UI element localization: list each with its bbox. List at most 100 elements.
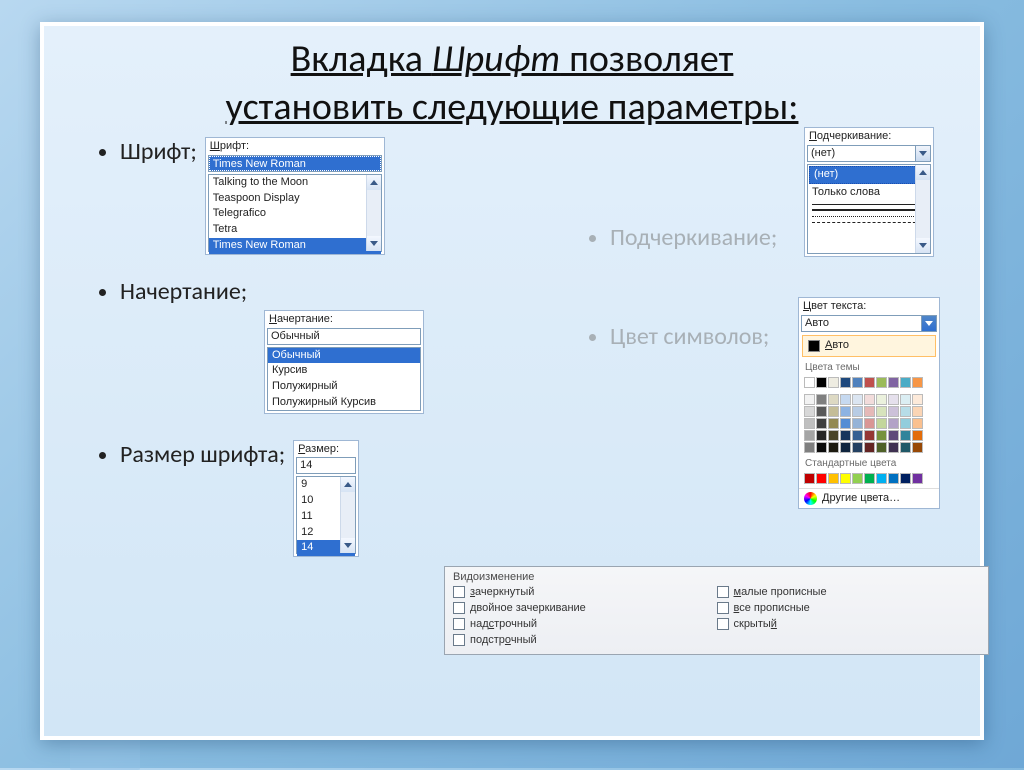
scroll-up-icon[interactable]	[341, 477, 355, 492]
color-swatch[interactable]	[816, 442, 827, 453]
color-swatch[interactable]	[804, 377, 815, 388]
color-swatch[interactable]	[864, 377, 875, 388]
color-swatch[interactable]	[912, 430, 923, 441]
color-swatch[interactable]	[888, 442, 899, 453]
effect-checkbox[interactable]: малые прописные	[717, 586, 981, 598]
color-swatch[interactable]	[804, 473, 815, 484]
color-swatch[interactable]	[864, 442, 875, 453]
color-std-row[interactable]	[799, 471, 939, 488]
color-swatch[interactable]	[840, 394, 851, 405]
color-swatch[interactable]	[828, 418, 839, 429]
color-swatch[interactable]	[900, 442, 911, 453]
color-swatch[interactable]	[852, 406, 863, 417]
color-swatch[interactable]	[876, 442, 887, 453]
color-swatch[interactable]	[840, 406, 851, 417]
font-option[interactable]: Teaspoon Display	[209, 191, 381, 207]
color-swatch[interactable]	[816, 377, 827, 388]
color-swatch[interactable]	[852, 473, 863, 484]
effect-checkbox[interactable]: подстрочный	[453, 634, 717, 646]
color-swatch[interactable]	[876, 377, 887, 388]
size-list[interactable]: 9 10 11 12 14	[296, 476, 356, 554]
color-swatch[interactable]	[804, 430, 815, 441]
color-swatch[interactable]	[912, 418, 923, 429]
effect-checkbox[interactable]: зачеркнутый	[453, 586, 717, 598]
color-swatch[interactable]	[840, 377, 851, 388]
color-swatch[interactable]	[876, 394, 887, 405]
color-swatch[interactable]	[840, 473, 851, 484]
chevron-down-icon[interactable]	[921, 316, 936, 331]
color-swatch[interactable]	[888, 377, 899, 388]
color-swatch[interactable]	[876, 473, 887, 484]
size-scrollbar[interactable]	[340, 477, 355, 553]
color-swatch[interactable]	[864, 430, 875, 441]
color-swatch[interactable]	[852, 418, 863, 429]
color-swatch[interactable]	[840, 442, 851, 453]
effect-checkbox[interactable]: двойное зачеркивание	[453, 602, 717, 614]
effect-checkbox[interactable]: скрытый	[717, 618, 981, 630]
effect-checkbox[interactable]: все прописные	[717, 602, 981, 614]
color-swatch[interactable]	[864, 418, 875, 429]
color-swatch[interactable]	[900, 418, 911, 429]
color-swatch[interactable]	[864, 406, 875, 417]
color-swatch[interactable]	[828, 377, 839, 388]
color-swatch[interactable]	[900, 430, 911, 441]
color-swatch[interactable]	[852, 377, 863, 388]
color-swatch[interactable]	[912, 442, 923, 453]
color-swatch[interactable]	[804, 406, 815, 417]
color-theme-row[interactable]	[799, 374, 939, 391]
scroll-down-icon[interactable]	[367, 236, 381, 251]
scroll-down-icon[interactable]	[341, 538, 355, 553]
font-option[interactable]: Tetra	[209, 222, 381, 238]
underline-option-none[interactable]: (нет)	[809, 166, 929, 184]
chevron-down-icon[interactable]	[915, 146, 930, 161]
color-swatch[interactable]	[876, 430, 887, 441]
style-option[interactable]: Полужирный Курсив	[268, 395, 420, 411]
color-swatch[interactable]	[804, 442, 815, 453]
style-list[interactable]: Обычный Курсив Полужирный Полужирный Кур…	[267, 347, 421, 411]
underline-scrollbar[interactable]	[915, 165, 930, 253]
font-combo[interactable]: Times New Roman	[208, 155, 382, 172]
color-swatch[interactable]	[900, 406, 911, 417]
color-swatch[interactable]	[816, 418, 827, 429]
color-swatch[interactable]	[864, 473, 875, 484]
style-option[interactable]: Курсив	[268, 363, 420, 379]
color-swatch[interactable]	[816, 473, 827, 484]
color-swatch[interactable]	[852, 430, 863, 441]
color-swatch[interactable]	[888, 473, 899, 484]
color-swatch[interactable]	[912, 406, 923, 417]
color-more[interactable]: Другие цвета…	[799, 488, 939, 509]
color-swatch[interactable]	[840, 418, 851, 429]
color-swatch[interactable]	[876, 406, 887, 417]
color-swatch[interactable]	[888, 394, 899, 405]
font-scrollbar[interactable]	[366, 175, 381, 251]
font-option[interactable]: Telegrafico	[209, 206, 381, 222]
scroll-down-icon[interactable]	[916, 238, 930, 253]
underline-combo[interactable]: (нет)	[807, 145, 931, 162]
scroll-up-icon[interactable]	[367, 175, 381, 190]
color-swatch[interactable]	[888, 418, 899, 429]
style-option[interactable]: Полужирный	[268, 379, 420, 395]
underline-option[interactable]	[808, 218, 930, 224]
effect-checkbox[interactable]: надстрочный	[453, 618, 717, 630]
color-swatch[interactable]	[804, 394, 815, 405]
color-auto[interactable]: Авто	[802, 335, 936, 357]
color-swatch[interactable]	[912, 473, 923, 484]
font-option[interactable]: Times New Roman	[209, 238, 381, 254]
color-swatch[interactable]	[912, 377, 923, 388]
style-option[interactable]: Обычный	[268, 348, 420, 364]
color-theme-grid[interactable]	[799, 391, 939, 456]
color-swatch[interactable]	[828, 473, 839, 484]
color-swatch[interactable]	[816, 394, 827, 405]
underline-option-words[interactable]: Только слова	[808, 185, 930, 201]
font-option[interactable]: Talking to the Moon	[209, 175, 381, 191]
color-swatch[interactable]	[876, 418, 887, 429]
color-swatch[interactable]	[852, 394, 863, 405]
scroll-up-icon[interactable]	[916, 165, 930, 180]
color-swatch[interactable]	[828, 442, 839, 453]
color-swatch[interactable]	[852, 442, 863, 453]
color-swatch[interactable]	[816, 430, 827, 441]
color-swatch[interactable]	[888, 430, 899, 441]
color-combo[interactable]: Авто	[801, 315, 937, 332]
color-swatch[interactable]	[816, 406, 827, 417]
style-combo[interactable]: Обычный	[267, 328, 421, 345]
